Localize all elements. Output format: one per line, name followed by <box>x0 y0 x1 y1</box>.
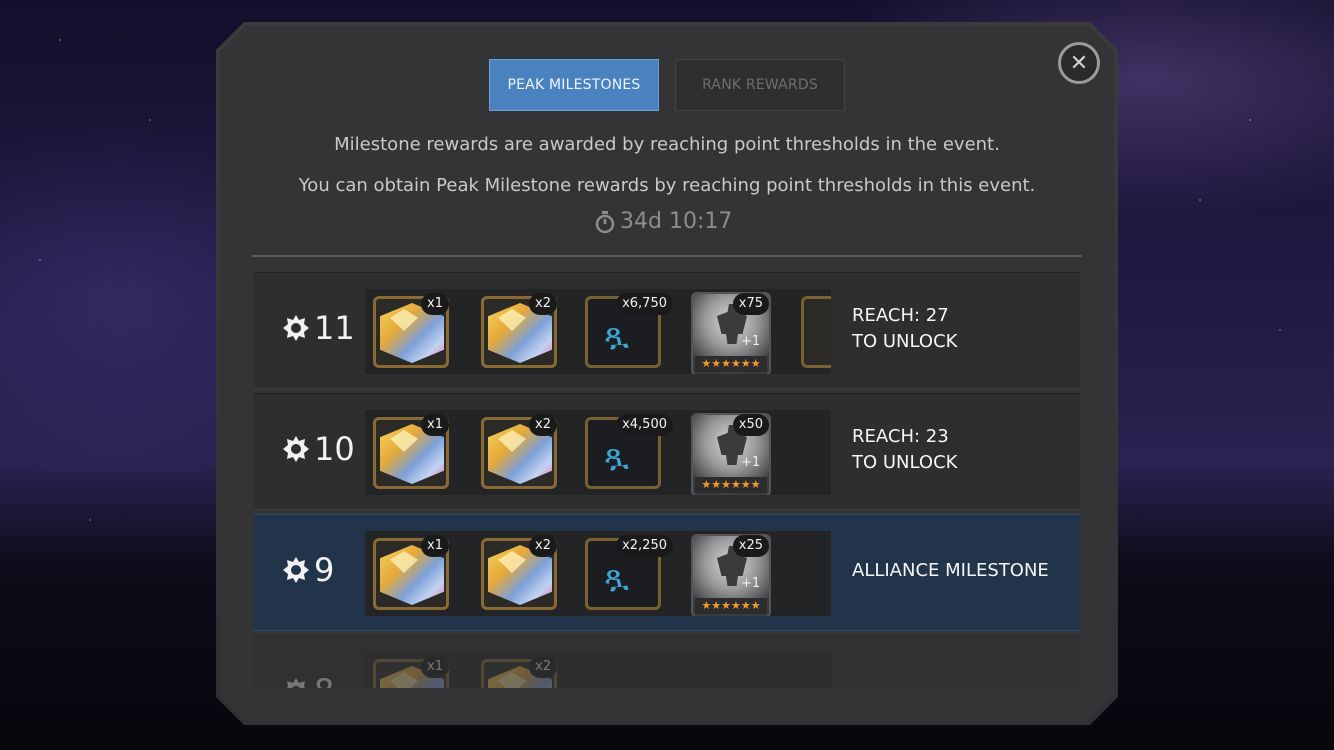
reward-quantity: x2 <box>529 535 557 557</box>
reward-quantity: x1 <box>421 414 449 436</box>
milestone-row-10[interactable]: 10 x1 x2 ጿ x4,500 +1 ★★★★★★ x50 REACH: 23 T… <box>254 393 1080 510</box>
reward-crystal[interactable]: x1 <box>367 655 449 688</box>
milestone-rank-number: 9 <box>314 551 335 589</box>
reward-crystal[interactable]: x2 <box>475 413 557 493</box>
milestone-rank: 11 <box>282 309 355 347</box>
milestone-rank: 9 <box>282 551 334 589</box>
reward-strip[interactable]: x1 x2 <box>365 652 831 688</box>
milestone-badge-icon <box>286 678 306 688</box>
stopwatch-icon <box>595 210 615 233</box>
reward-quantity: x6,750 <box>616 293 673 315</box>
reward-quantity: x4,500 <box>616 414 673 436</box>
tab-rank-rewards[interactable]: RANK REWARDS <box>675 59 845 111</box>
reward-crystal[interactable]: x1 <box>367 413 449 493</box>
reward-quantity: x2,250 <box>616 535 673 557</box>
reward-quantity: x2 <box>529 656 557 678</box>
reward-catalyst[interactable]: +1 ★★★★★★ x50 <box>687 413 771 495</box>
reward-catalyst[interactable]: +1 ★★★★★★ x25 <box>687 534 771 616</box>
reward-strip[interactable]: x1 x2 ጿ x6,750 +1 ★★★★★★ x75 <box>365 289 831 374</box>
reward-crystal[interactable]: x1 <box>367 292 449 372</box>
milestone-badge-icon <box>283 557 309 583</box>
divider <box>252 255 1082 257</box>
timer-text: 34d 10:17 <box>620 209 733 234</box>
star-rating: ★★★★★★ <box>695 356 767 372</box>
event-timer: 34d 10:17 <box>594 209 732 234</box>
milestone-row-8[interactable]: 8 x1 x2 <box>254 635 1080 688</box>
milestone-badge-icon <box>283 436 309 462</box>
reward-shards[interactable]: ጿ x2,250 <box>581 534 673 614</box>
requirement-text: REACH: 23 TO UNLOCK <box>852 424 957 476</box>
reward-strip[interactable]: x1 x2 ጿ x4,500 +1 ★★★★★★ x50 <box>365 410 831 495</box>
reward-catalyst[interactable]: +1 ★★★★★★ x75 <box>687 292 771 374</box>
milestone-rank: 8 <box>282 672 334 688</box>
milestone-status: ALLIANCE MILESTONE <box>852 560 1049 581</box>
milestone-list[interactable]: 11 x1 x2 ጿ x6,750 +1 ★★★★★★ x75 REACH: 27 T… <box>254 272 1080 688</box>
star-rating: ★★★★★★ <box>695 598 767 614</box>
reward-crystal[interactable]: x1 <box>367 534 449 614</box>
reward-quantity: x50 <box>732 414 769 436</box>
reward-quantity: x1 <box>421 535 449 557</box>
reward-quantity: x2 <box>529 293 557 315</box>
reward-more[interactable] <box>795 292 831 372</box>
reward-quantity: x25 <box>732 535 769 557</box>
milestone-row-11[interactable]: 11 x1 x2 ጿ x6,750 +1 ★★★★★★ x75 REACH: 27 T… <box>254 272 1080 389</box>
reward-strip[interactable]: x1 x2 ጿ x2,250 +1 ★★★★★★ x25 <box>365 531 831 616</box>
reward-quantity: x1 <box>421 656 449 678</box>
milestone-rank: 10 <box>282 430 355 468</box>
tab-peak-milestones[interactable]: PEAK MILESTONES <box>489 59 659 111</box>
reward-quantity: x2 <box>529 414 557 436</box>
reward-crystal[interactable]: x2 <box>475 534 557 614</box>
requirement-points: REACH: 27 <box>852 305 949 326</box>
requirement-points: REACH: 23 <box>852 426 949 447</box>
reward-shards[interactable]: ጿ x4,500 <box>581 413 673 493</box>
milestone-row-9[interactable]: 9 x1 x2 ጿ x2,250 +1 ★★★★★★ x25 ALLIANCE MIL… <box>254 514 1080 631</box>
reward-icon <box>801 296 831 368</box>
reward-quantity: x1 <box>421 293 449 315</box>
description-line-2: You can obtain Peak Milestone rewards by… <box>298 175 1036 196</box>
milestone-badge-icon <box>283 315 309 341</box>
milestone-rank-number: 8 <box>314 672 334 688</box>
requirement-text: REACH: 27 TO UNLOCK <box>852 303 957 355</box>
requirement-suffix: TO UNLOCK <box>852 452 958 473</box>
milestone-rank-number: 11 <box>314 309 355 347</box>
requirement-suffix: TO UNLOCK <box>852 331 958 352</box>
reward-crystal[interactable]: x2 <box>475 655 557 688</box>
reward-crystal[interactable]: x2 <box>475 292 557 372</box>
milestone-rank-number: 10 <box>314 430 355 468</box>
reward-quantity: x75 <box>732 293 769 315</box>
close-icon: ✕ <box>1069 50 1089 76</box>
close-button[interactable]: ✕ <box>1058 42 1100 84</box>
reward-shards[interactable]: ጿ x6,750 <box>581 292 673 372</box>
star-rating: ★★★★★★ <box>695 477 767 493</box>
description-line-1: Milestone rewards are awarded by reachin… <box>334 134 1000 155</box>
